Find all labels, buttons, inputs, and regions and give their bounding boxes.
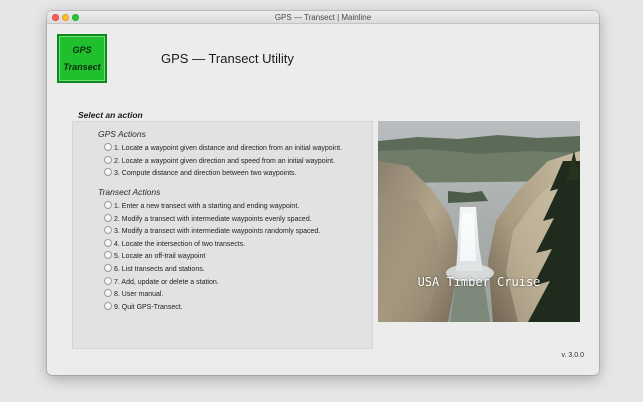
transect-option-8-label: 8. User manual. bbox=[114, 291, 164, 298]
radio-button-icon[interactable] bbox=[104, 201, 112, 209]
transect-option-6[interactable]: 6. List transects and stations. bbox=[104, 264, 205, 275]
desktop: GPS — Transect | Mainline GPS Transect G… bbox=[0, 0, 643, 402]
gps-option-1-label: 1. Locate a waypoint given distance and … bbox=[114, 145, 343, 152]
gps-actions-header: GPS Actions bbox=[98, 129, 146, 139]
radio-button-icon[interactable] bbox=[104, 302, 112, 310]
radio-button-icon[interactable] bbox=[104, 143, 112, 151]
transect-option-1[interactable]: 1. Enter a new transect with a starting … bbox=[104, 201, 299, 212]
page-title: GPS — Transect Utility bbox=[161, 51, 294, 66]
transect-option-6-label: 6. List transects and stations. bbox=[114, 266, 205, 273]
title-bar[interactable]: GPS — Transect | Mainline bbox=[47, 11, 599, 24]
transect-option-3-label: 3. Modify a transect with intermediate w… bbox=[114, 228, 321, 235]
radio-button-icon[interactable] bbox=[104, 156, 112, 164]
photo-illustration bbox=[378, 121, 580, 322]
gps-option-2[interactable]: 2. Locate a waypoint given direction and… bbox=[104, 156, 335, 167]
radio-button-icon[interactable] bbox=[104, 277, 112, 285]
canyon-waterfall-photo: USA Timber Cruise bbox=[378, 121, 580, 322]
transect-option-7[interactable]: 7. Add, update or delete a station. bbox=[104, 277, 219, 288]
transect-option-7-label: 7. Add, update or delete a station. bbox=[114, 279, 219, 286]
transect-option-9[interactable]: 9. Quit GPS-Transect. bbox=[104, 302, 183, 313]
actions-panel: GPS Actions 1. Locate a waypoint given d… bbox=[72, 121, 373, 349]
radio-button-icon[interactable] bbox=[104, 264, 112, 272]
version-label: v. 3.0.0 bbox=[561, 352, 584, 359]
transect-actions-header: Transect Actions bbox=[98, 187, 161, 197]
app-logo: GPS Transect bbox=[57, 34, 107, 83]
transect-option-8[interactable]: 8. User manual. bbox=[104, 289, 163, 300]
transect-option-1-label: 1. Enter a new transect with a starting … bbox=[114, 203, 300, 210]
gps-option-3-label: 3. Compute distance and direction betwee… bbox=[114, 170, 297, 177]
radio-button-icon[interactable] bbox=[104, 289, 112, 297]
select-action-label: Select an action bbox=[78, 110, 143, 120]
transect-option-3[interactable]: 3. Modify a transect with intermediate w… bbox=[104, 226, 320, 237]
window-title: GPS — Transect | Mainline bbox=[274, 13, 372, 22]
gps-option-1[interactable]: 1. Locate a waypoint given distance and … bbox=[104, 143, 342, 154]
transect-option-5[interactable]: 5. Locate an off-trail waypoint bbox=[104, 251, 205, 262]
logo-text-transect: Transect bbox=[63, 62, 101, 72]
radio-button-icon[interactable] bbox=[104, 168, 112, 176]
radio-button-icon[interactable] bbox=[104, 251, 112, 259]
transect-option-5-label: 5. Locate an off-trail waypoint bbox=[114, 253, 206, 260]
radio-button-icon[interactable] bbox=[104, 214, 112, 222]
gps-option-2-label: 2. Locate a waypoint given direction and… bbox=[114, 158, 336, 165]
radio-button-icon[interactable] bbox=[104, 239, 112, 247]
gps-option-3[interactable]: 3. Compute distance and direction betwee… bbox=[104, 168, 297, 179]
transect-option-9-label: 9. Quit GPS-Transect. bbox=[114, 304, 183, 311]
photo-caption: USA Timber Cruise bbox=[417, 275, 541, 289]
transect-option-4-label: 4. Locate the intersection of two transe… bbox=[114, 241, 246, 248]
logo-text-gps: GPS bbox=[72, 45, 92, 55]
radio-button-icon[interactable] bbox=[104, 226, 112, 234]
transect-option-2-label: 2. Modify a transect with intermediate w… bbox=[114, 216, 312, 223]
transect-option-4[interactable]: 4. Locate the intersection of two transe… bbox=[104, 239, 245, 250]
transect-option-2[interactable]: 2. Modify a transect with intermediate w… bbox=[104, 214, 312, 225]
app-window: GPS — Transect | Mainline GPS Transect G… bbox=[47, 11, 599, 375]
